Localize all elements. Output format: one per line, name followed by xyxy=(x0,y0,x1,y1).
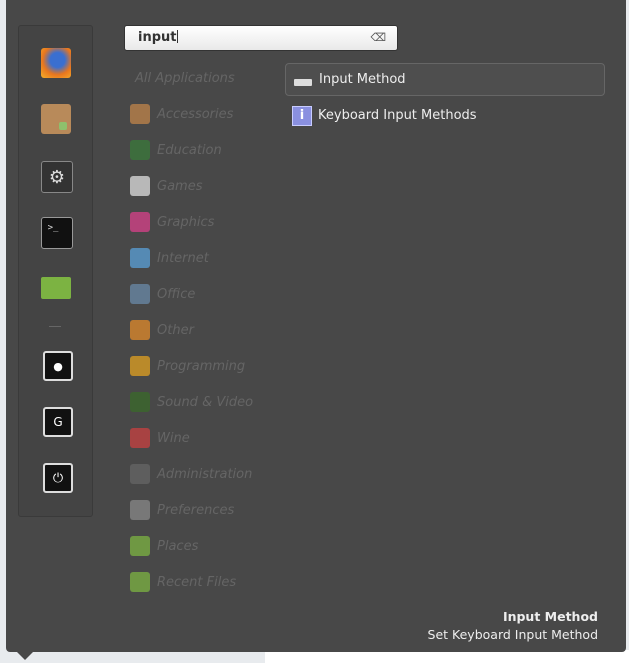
search-input[interactable]: input ⌫ xyxy=(124,25,398,51)
category-icon xyxy=(130,500,150,520)
category-programming[interactable]: Programming xyxy=(130,355,245,377)
category-label: Other xyxy=(157,322,194,338)
terminal-icon: >_ xyxy=(47,223,59,233)
category-icon xyxy=(130,248,150,268)
category-label: Games xyxy=(157,178,203,194)
lock-screen-button[interactable]: ● xyxy=(43,351,73,381)
category-recent-files[interactable]: Recent Files xyxy=(130,571,236,593)
category-icon xyxy=(130,464,150,484)
category-label: Places xyxy=(157,538,199,554)
category-label: Accessories xyxy=(157,106,234,122)
category-accessories[interactable]: Accessories xyxy=(130,103,233,125)
category-icon xyxy=(130,356,150,376)
shutdown-button[interactable]: ⏻ xyxy=(43,463,73,493)
favorites-panel: ⚙ >_ ● G ⏻ xyxy=(18,25,93,517)
favorite-software-manager[interactable] xyxy=(41,104,71,134)
category-icon xyxy=(130,536,150,556)
logout-button[interactable]: G xyxy=(43,407,73,437)
category-education[interactable]: Education xyxy=(130,139,222,161)
category-wine[interactable]: Wine xyxy=(130,427,190,449)
category-icon xyxy=(130,284,150,304)
category-label: Office xyxy=(157,286,196,302)
favorite-terminal[interactable]: >_ xyxy=(41,217,73,249)
category-icon xyxy=(130,176,150,196)
result-keyboard-input-methods[interactable]: i Keyboard Input Methods xyxy=(285,99,605,132)
application-menu: ⚙ >_ ● G ⏻ input ⌫ All Applications Acces… xyxy=(6,0,626,652)
category-all-applications[interactable]: All Applications xyxy=(135,67,235,89)
category-label: Wine xyxy=(157,430,190,446)
category-icon xyxy=(130,392,150,412)
category-label: All Applications xyxy=(135,70,235,86)
power-icon: ⏻ xyxy=(52,470,64,486)
keyboard-icon xyxy=(293,70,313,90)
category-internet[interactable]: Internet xyxy=(130,247,209,269)
favorite-firefox[interactable] xyxy=(41,48,71,78)
selected-app-description: Set Keyboard Input Method xyxy=(427,627,598,642)
settings-icon: ⚙ xyxy=(48,166,66,188)
category-icon xyxy=(130,320,150,340)
info-icon: i xyxy=(292,105,312,126)
category-label: Graphics xyxy=(157,214,215,230)
clear-text-icon[interactable]: ⌫ xyxy=(370,31,386,44)
selected-app-title: Input Method xyxy=(502,609,598,624)
separator xyxy=(49,326,61,327)
category-label: Preferences xyxy=(157,502,235,518)
category-label: Administration xyxy=(157,466,253,482)
category-graphics[interactable]: Graphics xyxy=(130,211,214,233)
category-icon xyxy=(130,104,150,124)
category-administration[interactable]: Administration xyxy=(130,463,252,485)
category-sound-video[interactable]: Sound & Video xyxy=(130,391,253,413)
search-text: input xyxy=(138,30,177,45)
category-icon xyxy=(130,140,150,160)
category-icon xyxy=(130,572,150,592)
category-games[interactable]: Games xyxy=(130,175,202,197)
category-office[interactable]: Office xyxy=(130,283,195,305)
result-label: Keyboard Input Methods xyxy=(318,108,477,123)
category-label: Recent Files xyxy=(157,574,237,590)
category-other[interactable]: Other xyxy=(130,319,194,341)
category-icon xyxy=(130,428,150,448)
category-places[interactable]: Places xyxy=(130,535,198,557)
lock-icon: ● xyxy=(53,359,63,373)
category-label: Internet xyxy=(157,250,209,266)
category-preferences[interactable]: Preferences xyxy=(130,499,234,521)
result-label: Input Method xyxy=(319,72,406,87)
category-icon xyxy=(130,212,150,232)
result-input-method[interactable]: Input Method xyxy=(285,63,605,96)
category-label: Education xyxy=(157,142,222,158)
menu-pointer xyxy=(16,651,34,660)
favorite-system-settings[interactable]: ⚙ xyxy=(41,161,73,193)
favorite-files[interactable] xyxy=(41,277,71,299)
package-icon xyxy=(59,122,67,130)
logout-icon: G xyxy=(53,415,63,429)
category-label: Programming xyxy=(157,358,246,374)
category-label: Sound & Video xyxy=(157,394,254,410)
